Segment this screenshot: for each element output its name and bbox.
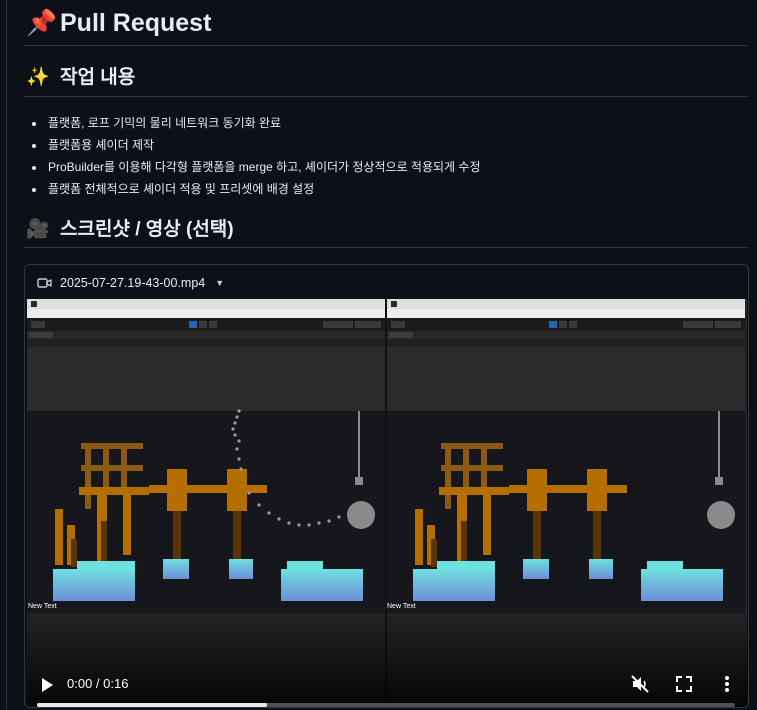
section-divider-media bbox=[24, 247, 747, 248]
pr-page: 📌Pull Request ✨ 작업 내용 플랫폼, 로프 기믹의 물리 네트워크… bbox=[0, 0, 757, 710]
list-item: ProBuilder를 이용해 다각형 플랫폼을 merge 하고, 셰이더가 … bbox=[46, 156, 481, 178]
page-title: 📌 Pull Request bbox=[26, 4, 211, 42]
movie-camera-icon: 🎥 bbox=[26, 219, 50, 240]
section-heading-media: 🎥 스크린샷 / 영상 (선택) bbox=[26, 216, 234, 244]
video-progress-fill bbox=[37, 703, 268, 707]
fullscreen-icon[interactable] bbox=[675, 675, 693, 693]
work-list: 플랫폼, 로프 기믹의 물리 네트워크 동기화 완료 플랫폼용 셰이더 제작 P… bbox=[26, 112, 481, 200]
left-border bbox=[6, 0, 7, 710]
scene-text-left: New Text bbox=[28, 603, 57, 610]
video-file-toggle[interactable]: 2025-07-27.19-43-00.mp4 ▼ bbox=[37, 273, 224, 293]
page-title-text: Pull Request bbox=[60, 9, 212, 37]
mute-icon[interactable] bbox=[630, 674, 650, 694]
section-heading-media-text: 스크린샷 / 영상 (선택) bbox=[60, 219, 234, 240]
more-options-icon[interactable] bbox=[719, 674, 735, 694]
section-heading-work-text: 작업 내용 bbox=[60, 67, 136, 88]
video-attachment: 2025-07-27.19-43-00.mp4 ▼ New Text New T… bbox=[24, 264, 749, 708]
section-heading-work: ✨ 작업 내용 bbox=[26, 64, 135, 92]
pushpin-icon: 📌 bbox=[26, 9, 58, 37]
sparkles-icon: ✨ bbox=[26, 67, 50, 88]
scene-text-right: New Text bbox=[387, 603, 416, 610]
play-icon[interactable] bbox=[39, 677, 55, 693]
video-time: 0:00 / 0:16 bbox=[67, 676, 129, 691]
video-camera-icon bbox=[37, 277, 52, 289]
video-player[interactable]: New Text New Text 0:00 / 0:16 bbox=[27, 299, 747, 707]
chevron-down-icon: ▼ bbox=[215, 278, 225, 288]
section-divider-work bbox=[24, 96, 747, 97]
video-controls: 0:00 / 0:16 bbox=[27, 617, 747, 707]
list-item: 플랫폼, 로프 기믹의 물리 네트워크 동기화 완료 bbox=[46, 112, 481, 134]
title-divider bbox=[24, 45, 747, 46]
video-progress-track[interactable] bbox=[37, 703, 735, 707]
list-item: 플랫폼 전체적으로 셰이더 적용 및 프리셋에 배경 설정 bbox=[46, 178, 481, 200]
video-filename: 2025-07-27.19-43-00.mp4 bbox=[60, 276, 206, 290]
list-item: 플랫폼용 셰이더 제작 bbox=[46, 134, 481, 156]
